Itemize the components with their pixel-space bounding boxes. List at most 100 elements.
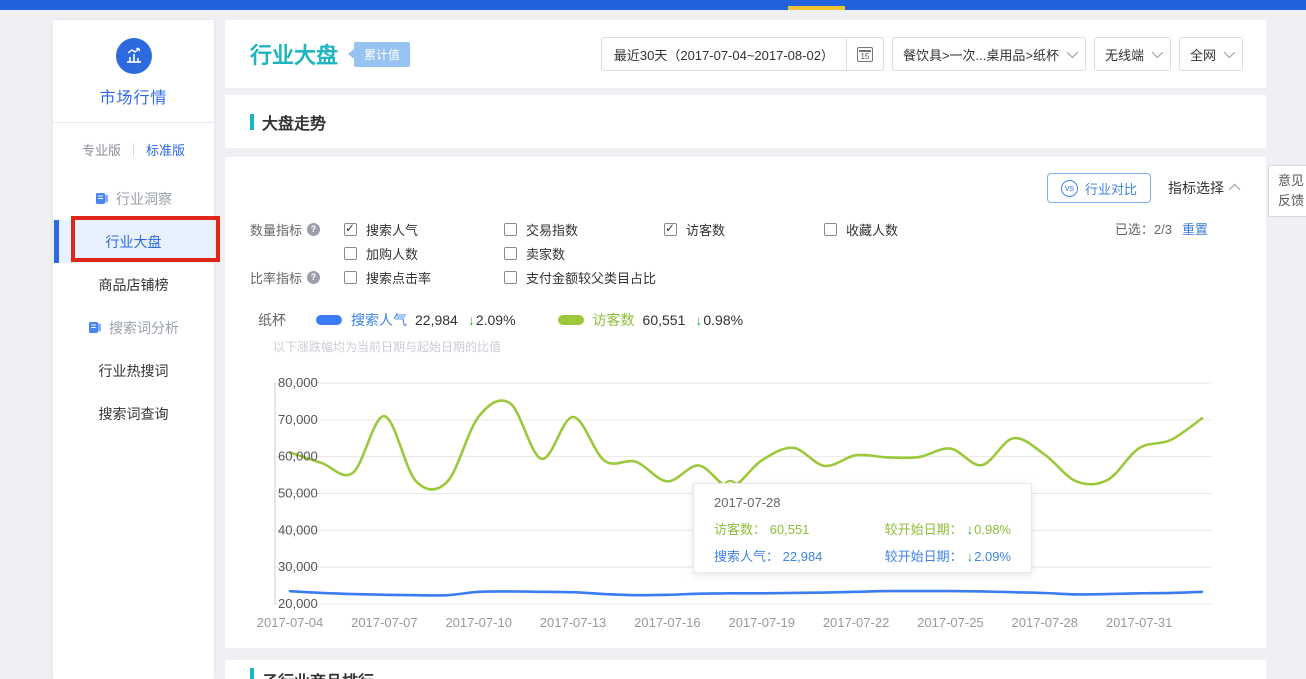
legend-category: 纸杯 [258,310,286,330]
book-icon [88,321,102,334]
quantity-metrics-text: 数量指标 [250,220,302,239]
checkbox-add-cart[interactable]: ✓ 加购人数 [344,244,504,263]
checkbox-label: 交易指数 [526,220,578,239]
section-title-band: 大盘走势 [225,95,1266,148]
legend-series-change: 0.98% [703,312,743,328]
checkbox-box: ✓ [344,247,357,260]
legend-item-search-popularity[interactable]: 搜索人气 22,984 ↓ 2.09% [316,310,516,330]
tooltip-change-value: 2.09% [974,549,1011,564]
date-range-picker[interactable]: 最近30天（2017-07-04~2017-08-02） 15 [601,37,884,71]
checkbox-label: 加购人数 [366,244,418,263]
tab-standard[interactable]: 标准版 [146,140,185,159]
sidebar-menu: 行业洞察 行业大盘 商品店铺榜 搜索词分析 行业热搜词 搜索词查询 [53,177,214,435]
chart-note: 以下涨跌幅均为当前日期与起始日期的比值 [273,338,501,355]
calendar-button[interactable]: 15 [846,38,883,70]
feedback-label-line2: 反馈 [1278,191,1306,211]
chevron-down-icon [1152,47,1163,58]
svg-text:50,000: 50,000 [278,486,318,501]
next-section-partial: 子行业商品排行 [225,660,1266,679]
indicator-select-toggle[interactable]: 指标选择 [1168,178,1240,198]
indicator-select-label: 指标选择 [1168,178,1224,198]
help-icon[interactable]: ? [307,271,320,284]
tooltip-series-value: 22,984 [783,549,823,564]
svg-text:2017-07-19: 2017-07-19 [728,615,795,630]
app-title: 市场行情 [53,84,214,108]
header-controls: 最近30天（2017-07-04~2017-08-02） 15 餐饮具>一次..… [601,37,1243,71]
down-arrow-icon: ↓ [967,522,974,537]
checkbox-search-popularity[interactable]: ✓ 搜索人气 [344,220,504,239]
svg-text:80,000: 80,000 [278,375,318,390]
category-select[interactable]: 餐饮具>一次...桌用品>纸杯 [892,37,1086,71]
checkbox-label: 搜索人气 [366,220,418,239]
svg-text:2017-07-31: 2017-07-31 [1106,615,1173,630]
terminal-select[interactable]: 无线端 [1094,37,1171,71]
sidebar-item-industry-dashboard[interactable]: 行业大盘 [53,220,214,263]
sidebar-version-tabs: 专业版 标准版 [53,123,214,169]
industry-compare-button[interactable]: vs 行业对比 [1047,173,1151,203]
reset-button[interactable]: 重置 [1182,219,1208,238]
checkbox-box: ✓ [504,247,517,260]
date-range-text: 最近30天（2017-07-04~2017-08-02） [602,45,846,64]
tooltip-series-value: 60,551 [770,522,810,537]
market-quotes-logo [116,38,152,74]
top-nav-bar [0,0,1306,10]
next-section-title: 子行业商品排行 [262,668,374,679]
checkbox-favorites[interactable]: ✓ 收藏人数 [824,220,984,239]
tooltip-compare-label: 较开始日期： [885,522,963,537]
feedback-button[interactable]: 意见 反馈 [1268,165,1306,217]
trend-panel: vs 行业对比 指标选择 数量指标 ? ✓ 搜索人气 ✓ 交易 [225,157,1266,648]
help-icon[interactable]: ? [307,223,320,236]
tab-divider [133,143,134,157]
svg-text:2017-07-28: 2017-07-28 [1012,615,1078,630]
chevron-up-icon [1229,184,1240,195]
legend-series-value: 22,984 [415,312,458,328]
checkbox-label: 访客数 [686,220,725,239]
checkbox-box: ✓ [344,223,357,236]
calendar-icon: 15 [857,47,873,62]
checkbox-box: ✓ [504,271,517,284]
sidebar-item-search-word-analysis[interactable]: 搜索词分析 [53,306,214,349]
sidebar: 市场行情 专业版 标准版 行业洞察 行业大盘 商品店铺榜 [53,20,214,679]
legend-item-visitors[interactable]: 访客数 60,551 ↓ 0.98% [558,310,744,330]
page: 市场行情 专业版 标准版 行业洞察 行业大盘 商品店铺榜 [0,0,1306,679]
ratio-metrics-label: 比率指标 ? [250,268,344,287]
selected-count: 已选：2/3 重置 [1115,219,1208,238]
checkbox-label: 搜索点击率 [366,268,431,287]
section-accent-bar [250,668,254,679]
checkbox-box: ✓ [664,223,677,236]
legend-series-name: 搜索人气 [351,310,407,330]
sidebar-item-industry-hot-words[interactable]: 行业热搜词 [53,349,214,392]
sidebar-item-search-word-query[interactable]: 搜索词查询 [53,392,214,435]
scope-select[interactable]: 全网 [1179,37,1243,71]
book-icon [95,192,109,205]
metric-checkbox-panel: 数量指标 ? ✓ 搜索人气 ✓ 交易指数 ✓ 访客数 ✓ 收藏人数 [250,217,984,289]
svg-text:2017-07-04: 2017-07-04 [257,615,324,630]
down-arrow-icon: ↓ [967,549,974,564]
feedback-label-line1: 意见 [1278,171,1306,191]
svg-text:2017-07-10: 2017-07-10 [445,615,512,630]
sidebar-item-product-shop-rank[interactable]: 商品店铺榜 [53,263,214,306]
chart-legend: 纸杯 搜索人气 22,984 ↓ 2.09% 访客数 60,551 ↓ 0.98… [258,310,785,330]
checkbox-search-click-rate[interactable]: ✓ 搜索点击率 [344,268,504,287]
legend-series-name: 访客数 [593,310,635,330]
checkbox-sellers[interactable]: ✓ 卖家数 [504,244,664,263]
legend-swatch-blue [316,315,342,325]
checkbox-box: ✓ [344,271,357,284]
checkbox-trade-index[interactable]: ✓ 交易指数 [504,220,664,239]
sidebar-item-label: 行业洞察 [116,189,172,209]
checkbox-label: 收藏人数 [846,220,898,239]
sidebar-item-label: 搜索词查询 [99,404,169,424]
svg-text:30,000: 30,000 [278,559,318,574]
chevron-down-icon [1067,47,1078,58]
scope-select-value: 全网 [1190,45,1216,64]
sidebar-item-industry-insight[interactable]: 行业洞察 [53,177,214,220]
vs-icon: vs [1061,180,1078,197]
sidebar-item-label: 商品店铺榜 [99,275,169,295]
svg-text:2017-07-07: 2017-07-07 [351,615,418,630]
tooltip-row-visitors: 访客数： 60,551 较开始日期：↓0.98% [714,519,1011,538]
checkbox-payment-ratio[interactable]: ✓ 支付金额较父类目占比 [504,268,724,287]
tab-professional[interactable]: 专业版 [82,140,121,159]
checkbox-visitors[interactable]: ✓ 访客数 [664,220,824,239]
svg-text:70,000: 70,000 [278,412,318,427]
svg-text:2017-07-16: 2017-07-16 [634,615,701,630]
